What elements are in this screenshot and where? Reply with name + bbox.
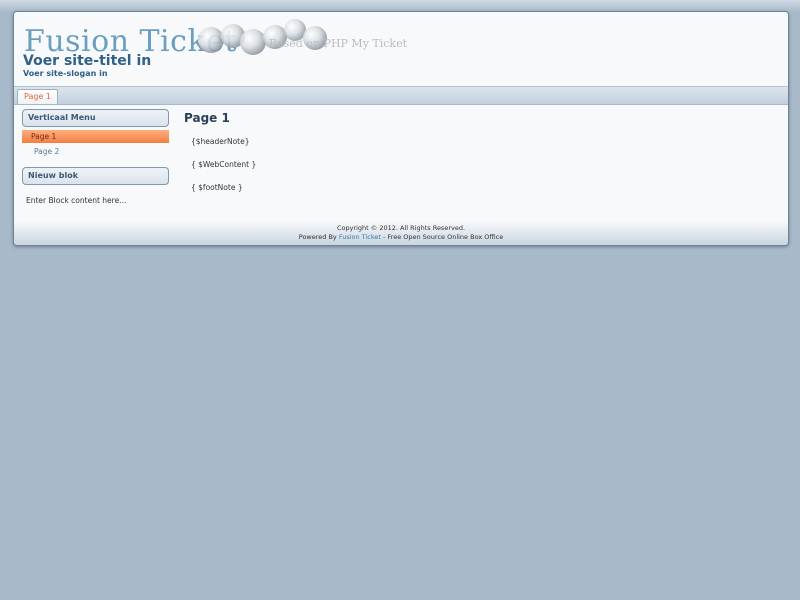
site-footer: Copyright © 2012. All Rights Reserved. P… [14, 221, 788, 245]
page-title: Page 1 [184, 111, 230, 125]
horizontal-menu: Page 1 [14, 86, 788, 105]
header-note-placeholder: {$headerNote} [191, 137, 250, 146]
powered-by-prefix: Powered By [298, 233, 339, 241]
web-content-placeholder: { $WebContent } [191, 160, 257, 169]
site-title: Voer site-titel in [23, 53, 152, 69]
sidebar-item-page-2[interactable]: Page 2 [22, 146, 169, 158]
new-block-header: Nieuw blok [22, 167, 169, 185]
site-header: Fusion Ticket Based on PHP My Ticket Voe… [14, 12, 788, 86]
page-container: Fusion Ticket Based on PHP My Ticket Voe… [13, 11, 789, 246]
logo-tagline: Based on PHP My Ticket [269, 37, 408, 50]
copyright-text: Copyright © 2012. All Rights Reserved. [336, 224, 466, 232]
new-block-content: Enter Block content here... [26, 196, 127, 205]
powered-by-line: Powered By Fusion Ticket - Free Open Sou… [14, 233, 788, 242]
site-slogan: Voer site-slogan in [23, 69, 108, 78]
vertical-menu-header: Verticaal Menu [22, 109, 169, 127]
tab-page-1[interactable]: Page 1 [17, 89, 58, 104]
powered-by-suffix: - Free Open Source Online Box Office [380, 233, 504, 241]
fusion-ticket-link[interactable]: Fusion Ticket [339, 233, 381, 241]
foot-note-placeholder: { $footNote } [191, 183, 243, 192]
sidebar-item-page-1[interactable]: Page 1 [22, 130, 169, 143]
